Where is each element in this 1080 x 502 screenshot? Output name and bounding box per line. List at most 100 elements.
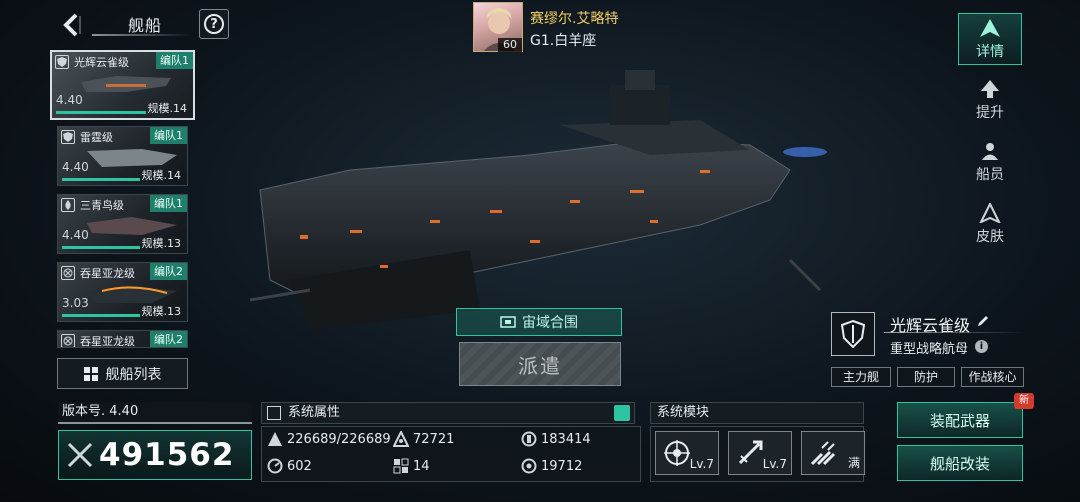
skin-icon [979, 202, 1001, 223]
ship-card-level: 3.03 [62, 296, 89, 310]
refit-button[interactable]: 舰船改装 [897, 445, 1023, 481]
ship-type: 重型战略航母 [890, 342, 969, 357]
toggle-attributes-icon[interactable] [614, 405, 630, 421]
ship-card-3[interactable]: 吞星亚龙级 编队2 3.03 规模.13 [57, 262, 188, 322]
tag-protection: 防护 [897, 367, 955, 387]
modules-header: 系统模块 [650, 402, 864, 424]
attr-value: 602 [287, 458, 312, 474]
ship-card-level: 4.40 [62, 160, 89, 174]
ship-card-level: 4.40 [56, 93, 83, 107]
union-icon [500, 316, 516, 328]
attr-value: 19712 [541, 458, 583, 474]
ship-name-divider [884, 332, 1024, 333]
ship-card-scale: 规模.14 [147, 102, 188, 115]
ship-card-name: 光辉云雀级 [74, 56, 129, 69]
tab-skin[interactable]: 皮肤 [958, 198, 1022, 250]
ship-card-name: 吞星亚龙级 [80, 335, 135, 348]
shield-icon [841, 320, 865, 348]
shield-stat-icon [521, 431, 537, 447]
crew-icon [982, 142, 998, 160]
hp-icon [268, 432, 282, 446]
equip-weapons-button[interactable]: 装配武器 [897, 402, 1023, 438]
module-level: Lv.7 [762, 457, 787, 471]
info-icon[interactable]: i [975, 340, 988, 353]
question-icon: ? [204, 14, 224, 34]
fleet-badge: 编队2 [150, 263, 187, 280]
new-badge: 新 [1014, 393, 1034, 409]
fleet-badge: 编队1 [150, 195, 187, 212]
grid-icon [83, 366, 98, 381]
ship-card-scale: 规模.13 [141, 237, 182, 250]
ship-details-icon [980, 18, 1000, 37]
shield-class-icon [55, 55, 69, 69]
tab-label: 皮肤 [976, 228, 1004, 245]
title-divider [92, 34, 192, 36]
back-button[interactable] [58, 10, 88, 40]
ship-card-4[interactable]: 吞星亚龙级 编队2 [57, 330, 188, 348]
tag-combat-core: 作战核心 [961, 367, 1024, 387]
attr-grid: 14 [393, 458, 430, 474]
ship-card-level: 4.40 [62, 228, 89, 242]
module-level: 满 [847, 456, 860, 470]
version-label: 版本号. 4.40 [58, 402, 252, 424]
attr-speed: 602 [267, 458, 312, 474]
missile-module-icon [738, 440, 763, 465]
tag-main-ship: 主力舰 [831, 367, 891, 387]
module-level: Lv.7 [689, 457, 714, 471]
flame-class-icon [61, 198, 75, 212]
module-radar[interactable]: Lv.7 [655, 431, 719, 475]
ship-card-1[interactable]: 雷霆级 编队1 4.40 规模.14 [57, 126, 188, 186]
fleet-badge: 编队1 [156, 52, 193, 69]
chevron-left-icon [63, 13, 81, 37]
grid-stat-icon [393, 458, 409, 474]
commander-rank: G1.白羊座 [530, 33, 597, 49]
refit-label: 舰船改装 [929, 454, 990, 473]
ship-card-bar [56, 111, 146, 114]
union-button[interactable]: 宙域合围 [456, 308, 622, 336]
speed-icon [267, 458, 283, 474]
attr-armor: 72721 [393, 431, 454, 447]
ship-card-scale: 规模.14 [141, 169, 182, 182]
cross-class-icon [61, 334, 75, 347]
attributes-title: 系统属性 [288, 405, 341, 420]
ship-card-bar [62, 246, 140, 249]
attr-value: 14 [413, 458, 430, 474]
shield-class-icon [61, 130, 75, 144]
tab-label: 提升 [976, 104, 1004, 121]
attr-hp: 226689/226689 [267, 431, 391, 447]
ship-card-2[interactable]: 三青鸟级 编队1 4.40 规模.13 [57, 194, 188, 254]
commander-level: 60 [498, 38, 522, 52]
dispatch-button[interactable]: 派遣 [459, 342, 621, 386]
module-rocket[interactable]: 满 [801, 431, 865, 475]
ship-card-0[interactable]: 光辉云雀级 编队1 4.40 规模.14 [50, 50, 195, 120]
modules-title: 系统模块 [657, 405, 710, 420]
armor-icon [393, 431, 409, 447]
ship-list-button[interactable]: 舰船列表 [57, 358, 188, 389]
ship-card-name: 三青鸟级 [80, 199, 124, 212]
attr-shield: 183414 [521, 431, 591, 447]
module-missile[interactable]: Lv.7 [728, 431, 792, 475]
attr-target: 19712 [521, 458, 582, 474]
tab-label: 详情 [976, 43, 1004, 60]
equip-weapons-label: 装配武器 [929, 411, 990, 430]
ship-list-label: 舰船列表 [105, 366, 162, 383]
rocket-module-icon [810, 441, 836, 466]
target-stat-icon [521, 458, 537, 474]
dispatch-label: 派遣 [518, 353, 562, 378]
radar-module-icon [664, 440, 690, 466]
ship-class-icon [831, 312, 875, 356]
ship-card-scale: 规模.13 [141, 305, 182, 318]
ship-card-name: 吞星亚龙级 [80, 267, 135, 280]
ship-card-name: 雷霆级 [80, 131, 113, 144]
union-label: 宙域合围 [522, 315, 578, 331]
tab-details[interactable]: 详情 [958, 13, 1022, 65]
help-button[interactable]: ? [199, 9, 229, 39]
ship-card-bar [62, 314, 140, 317]
tab-label: 船员 [976, 166, 1004, 183]
tab-upgrade[interactable]: 提升 [958, 74, 1022, 126]
combat-power-panel: 491562 [58, 430, 252, 480]
tab-crew[interactable]: 船员 [958, 136, 1022, 188]
crossed-swords-icon [67, 442, 93, 468]
attr-value: 183414 [541, 431, 591, 447]
edit-name-icon[interactable] [976, 314, 990, 328]
